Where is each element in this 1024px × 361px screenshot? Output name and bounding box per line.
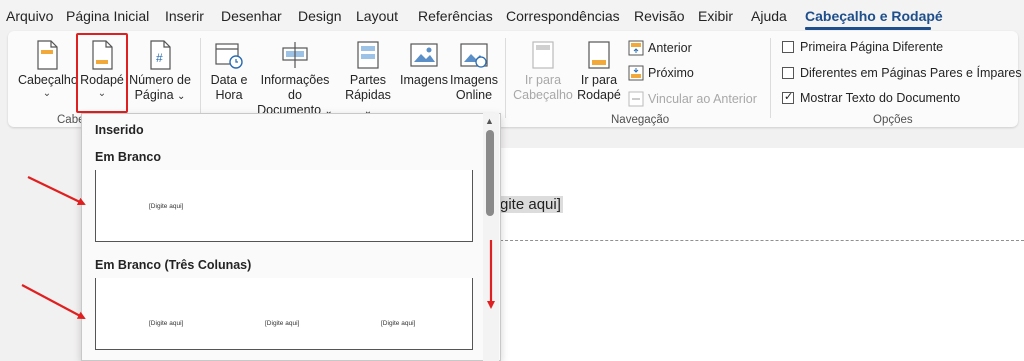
annotation-arrows [21, 176, 495, 319]
red-arrow-icon [27, 176, 86, 205]
red-arrow-icon [21, 284, 86, 319]
